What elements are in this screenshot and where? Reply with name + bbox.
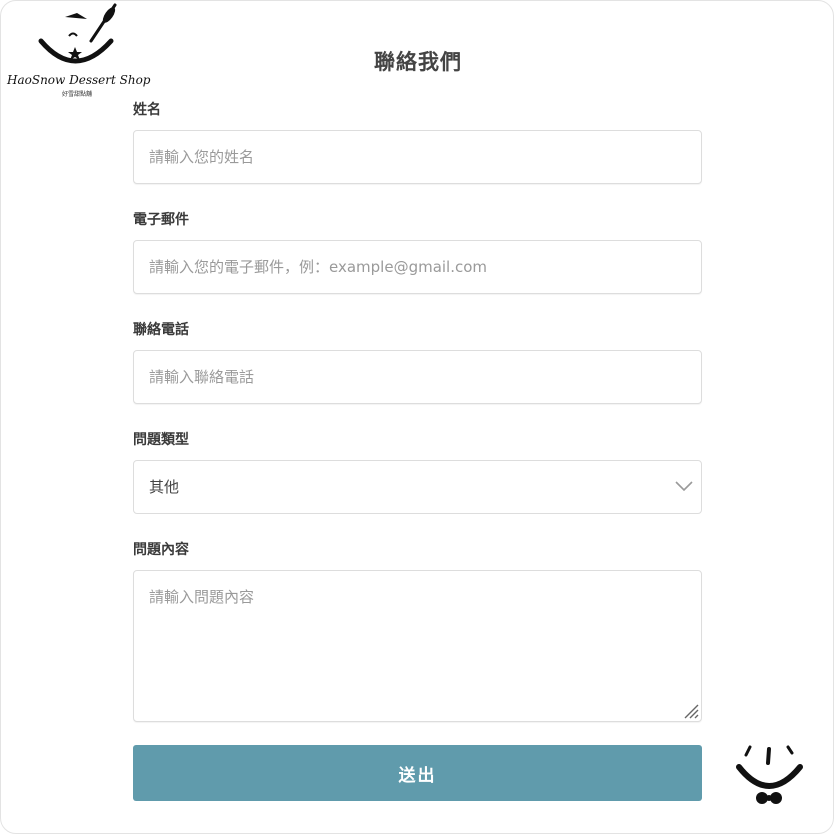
page-title: 聯絡我們 <box>374 50 462 74</box>
type-select-value: 其他 <box>133 460 702 514</box>
type-group: 問題類型 其他 <box>133 429 702 514</box>
smiley-bowtie-icon <box>736 745 803 804</box>
email-input[interactable] <box>133 240 702 294</box>
content-textarea-wrap <box>133 570 702 722</box>
chevron-down-icon <box>675 481 693 492</box>
brand-subname: 好雪甜點舖 <box>61 91 92 98</box>
content-group: 問題內容 <box>133 539 702 722</box>
phone-input[interactable] <box>133 350 702 404</box>
content-label: 問題內容 <box>133 542 189 558</box>
name-label: 姓名 <box>133 102 161 118</box>
contact-card: HaoSnow Dessert Shop 好雪甜點舖 聯絡我們 姓名 電子郵件 … <box>0 0 834 834</box>
type-select[interactable]: 其他 <box>133 460 702 514</box>
phone-label: 聯絡電話 <box>133 322 189 338</box>
submit-button[interactable]: 送出 <box>133 745 702 801</box>
email-group: 電子郵件 <box>133 209 702 294</box>
type-label: 問題類型 <box>133 432 189 448</box>
name-group: 姓名 <box>133 99 702 184</box>
name-input[interactable] <box>133 130 702 184</box>
content-textarea[interactable] <box>133 570 702 722</box>
email-label: 電子郵件 <box>133 212 189 228</box>
phone-group: 聯絡電話 <box>133 319 702 404</box>
contact-form: 姓名 電子郵件 聯絡電話 問題類型 其他 問題內容 <box>133 99 702 801</box>
